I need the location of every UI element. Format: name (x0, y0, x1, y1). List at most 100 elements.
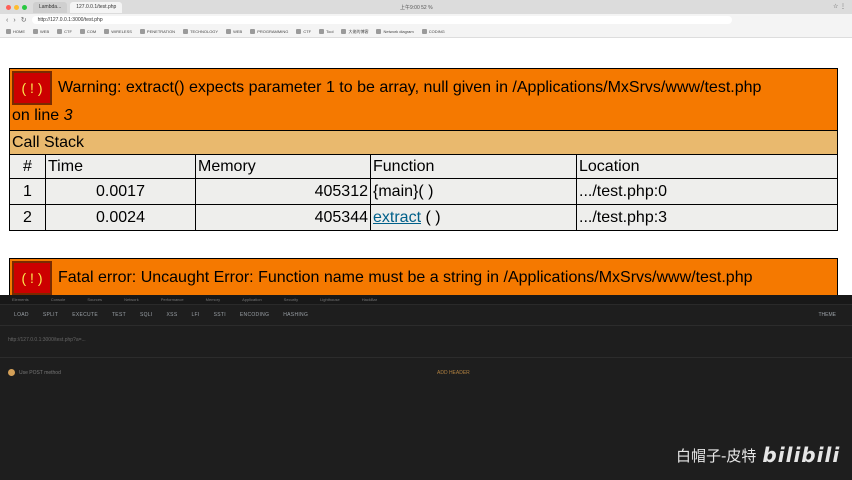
folder-icon (421, 29, 427, 34)
devtools-tab[interactable]: Application (242, 297, 262, 302)
row-function: {main}( ) (370, 178, 577, 205)
hackbar-button[interactable]: SSTI (214, 312, 226, 318)
row-location: .../test.php:3 (576, 204, 838, 231)
forward-icon[interactable]: › (13, 17, 15, 24)
add-header-button[interactable]: ADD HEADER (437, 370, 470, 376)
hackbar-button[interactable]: HASHING (283, 312, 308, 318)
row-memory: 405344 (195, 204, 371, 231)
folder-icon (183, 29, 189, 34)
devtools-tabs: Elements Console Sources Network Performance… (0, 295, 852, 305)
devtools-tab[interactable]: Network (124, 297, 139, 302)
bookmark-item[interactable]: WEB (33, 29, 49, 34)
url-input[interactable]: http://127.0.0.1:3000/test.php (31, 16, 732, 24)
bookmark-label: COM (86, 29, 97, 34)
row-num: 1 (9, 178, 46, 205)
devtools-tab[interactable]: HackBar (362, 297, 377, 302)
address-bar-row: ‹ › ↻ http://127.0.0.1:3000/test.php (0, 14, 852, 26)
bookmark-label: 大佬的博客 (348, 28, 369, 34)
devtools-tab[interactable]: Lighthouse (320, 297, 340, 302)
devtools-tab[interactable]: Performance (161, 297, 184, 302)
hackbar-button[interactable]: TEST (112, 312, 126, 318)
bookmark-item[interactable]: WEB (226, 29, 242, 34)
bookmark-label: TECHNOLOGY (190, 29, 219, 34)
folder-icon (319, 29, 325, 34)
function-suffix: ( ) (421, 208, 441, 226)
toggle-icon[interactable] (8, 369, 15, 376)
hackbar-toolbar: LOAD SPLIT EXECUTE TEST SQLI XSS LFI SSTI ENCODI… (0, 309, 852, 321)
bookmark-label: CODING (428, 29, 445, 34)
col-header-num: # (9, 154, 46, 179)
devtools-tab[interactable]: Sources (87, 297, 102, 302)
table-row: 2 0.0024 405344 extract ( ) .../test.php… (9, 204, 838, 231)
function-link-extract[interactable]: extract (373, 209, 421, 226)
bookmark-item[interactable]: Tool (319, 29, 333, 34)
bookmark-item[interactable]: PROGRAMMING (250, 29, 288, 34)
browser-menu-icon[interactable]: ☆ ⋮ (833, 3, 846, 10)
folder-icon (341, 29, 347, 34)
bookmark-item[interactable]: PENETRATION (139, 29, 175, 34)
browser-tab-active[interactable]: 127.0.0.1/test.php (70, 1, 123, 13)
row-time: 0.0024 (45, 204, 196, 231)
reload-icon[interactable]: ↻ (21, 16, 27, 24)
warning-line-number: 3 (63, 107, 73, 124)
watermark-name: 白帽子-皮特 (676, 446, 757, 465)
warning-line-prefix: on line (12, 107, 64, 124)
post-toggle[interactable]: Use POST method (8, 369, 61, 376)
page-content: ( ! ) Warning: extract() expects paramete… (0, 38, 852, 299)
fatal-message: Fatal error: Uncaught Error: Function na… (58, 269, 753, 287)
devtools-tab[interactable]: Security (284, 297, 298, 302)
bookmark-item[interactable]: CTF (296, 29, 311, 34)
theme-button[interactable]: THEME (819, 312, 837, 318)
hackbar-button[interactable]: EXECUTE (72, 312, 98, 318)
row-memory: 405312 (195, 178, 371, 205)
fatal-header: ( ! ) Fatal error: Uncaught Error: Functi… (9, 258, 838, 299)
divider (0, 357, 852, 358)
devtools-tab[interactable]: Elements (12, 297, 29, 302)
bookmark-label: CTF (64, 29, 72, 34)
hackbar-button[interactable]: SQLI (140, 312, 153, 318)
folder-icon (57, 29, 63, 34)
bookmark-label: CTF (303, 29, 312, 34)
window-controls (0, 4, 33, 10)
hackbar-button[interactable]: ENCODING (240, 312, 269, 318)
bookmark-item[interactable]: HOME (6, 29, 25, 34)
row-time: 0.0017 (45, 178, 196, 205)
bookmark-item[interactable]: WIRELESS (104, 29, 132, 34)
maximize-window-icon[interactable] (22, 4, 27, 10)
bookmark-label: HOME (13, 29, 25, 34)
warning-message: Warning: extract() expects parameter 1 t… (58, 79, 762, 97)
minimize-window-icon[interactable] (14, 4, 19, 10)
warning-icon: ( ! ) (12, 71, 52, 105)
hackbar-button[interactable]: LOAD (14, 312, 29, 318)
hackbar-button[interactable]: LFI (191, 312, 199, 318)
fatal-error-table: ( ! ) Fatal error: Uncaught Error: Functi… (9, 258, 838, 299)
bookmark-label: WEB (40, 29, 50, 34)
folder-icon (139, 29, 145, 34)
back-icon[interactable]: ‹ (6, 17, 8, 24)
close-window-icon[interactable] (6, 4, 11, 10)
bookmark-item[interactable]: CODING (421, 29, 445, 34)
hackbar-button[interactable]: SPLIT (43, 312, 58, 318)
bookmark-item[interactable]: 大佬的博客 (341, 29, 368, 35)
browser-tab[interactable]: Lambda... (33, 1, 68, 13)
hackbar-url-input[interactable]: http://127.0.0.1:3000/test.php?a=... (8, 337, 86, 343)
bookmark-label: WIRELESS (111, 29, 132, 34)
folder-icon (79, 29, 85, 34)
table-row: 1 0.0017 405312 {main}( ) .../test.php:0 (9, 178, 838, 205)
hackbar-button[interactable]: XSS (167, 312, 178, 318)
devtools-tab[interactable]: Memory (206, 297, 220, 302)
bookmark-item[interactable]: CTF (57, 29, 72, 34)
fatal-error-icon: ( ! ) (12, 261, 52, 295)
bookmark-item[interactable]: Network diagram (376, 29, 414, 34)
folder-icon (226, 29, 232, 34)
watermark: 白帽子-皮特 bilibili (676, 443, 840, 467)
devtools-tab[interactable]: Console (51, 297, 66, 302)
screen: Lambda... 127.0.0.1/test.php 上午9:00 52 %… (0, 0, 852, 480)
call-stack-heading: Call Stack (9, 130, 838, 155)
row-function: extract ( ) (370, 204, 577, 231)
bookmark-item[interactable]: TECHNOLOGY (183, 29, 218, 34)
bookmarks-bar: HOME WEB CTF COM WIRELESS PENETRATION TECHNOLO… (0, 26, 852, 38)
bookmark-item[interactable]: COM (79, 29, 97, 34)
folder-icon (6, 29, 11, 34)
folder-icon (33, 29, 38, 34)
